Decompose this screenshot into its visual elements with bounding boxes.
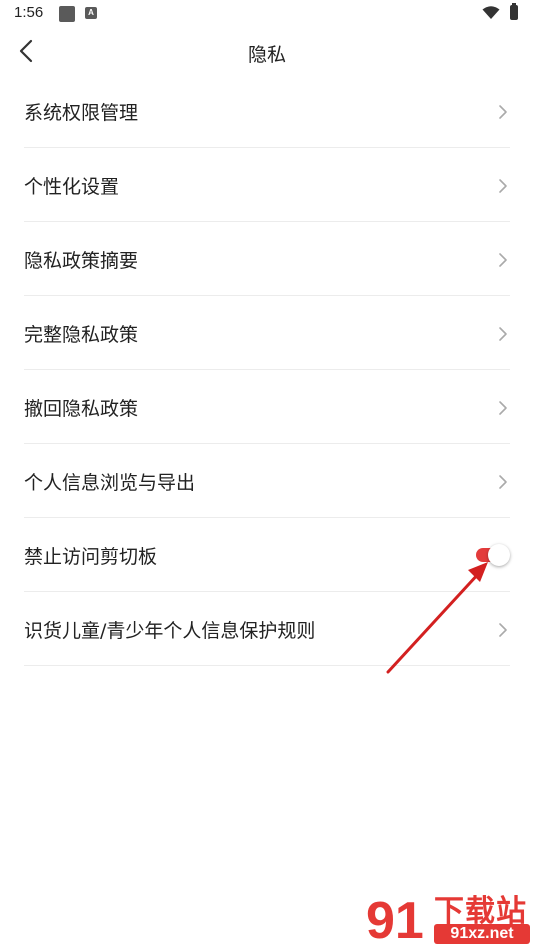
menu-item-system-permissions[interactable]: 系统权限管理 <box>24 74 510 148</box>
battery-icon <box>510 3 518 20</box>
chevron-right-icon <box>499 105 507 119</box>
square-icon <box>59 6 75 22</box>
chevron-right-icon <box>499 475 507 489</box>
chevron-right-icon <box>499 179 507 193</box>
menu-item-full-privacy-policy[interactable]: 完整隐私政策 <box>24 296 510 370</box>
chevron-right-icon <box>499 401 507 415</box>
chevron-right-icon <box>499 253 507 267</box>
watermark-logo: 91 <box>366 892 424 950</box>
menu-item-label: 禁止访问剪切板 <box>24 546 158 568</box>
menu-item-label: 识货儿童/青少年个人信息保护规则 <box>24 620 316 642</box>
menu-item-label: 撤回隐私政策 <box>24 398 139 420</box>
a-badge-icon: A <box>85 7 97 19</box>
page-title: 隐私 <box>247 44 286 66</box>
menu-item-label: 完整隐私政策 <box>24 324 139 346</box>
watermark-logo-text: 91 <box>366 892 424 950</box>
menu-item-label: 系统权限管理 <box>24 102 139 124</box>
red-arrow-icon <box>386 562 488 674</box>
watermark: 91 下载站 91xz.net <box>364 884 534 950</box>
wifi-icon <box>482 6 500 19</box>
status-bar: 1:56 A <box>0 0 534 28</box>
menu-item-label: 个人信息浏览与导出 <box>24 472 196 494</box>
chevron-right-icon <box>499 327 507 341</box>
menu-item-privacy-summary[interactable]: 隐私政策摘要 <box>24 222 510 296</box>
status-time: 1:56 <box>14 4 44 21</box>
header: 隐私 <box>0 28 534 74</box>
menu-item-personal-info-export[interactable]: 个人信息浏览与导出 <box>24 444 510 518</box>
menu-item-label: 隐私政策摘要 <box>24 250 139 272</box>
menu-item-revoke-privacy-policy[interactable]: 撤回隐私政策 <box>24 370 510 444</box>
menu-item-personalization[interactable]: 个性化设置 <box>24 148 510 222</box>
menu-item-label: 个性化设置 <box>24 176 120 198</box>
watermark-url: 91xz.net <box>434 924 530 944</box>
